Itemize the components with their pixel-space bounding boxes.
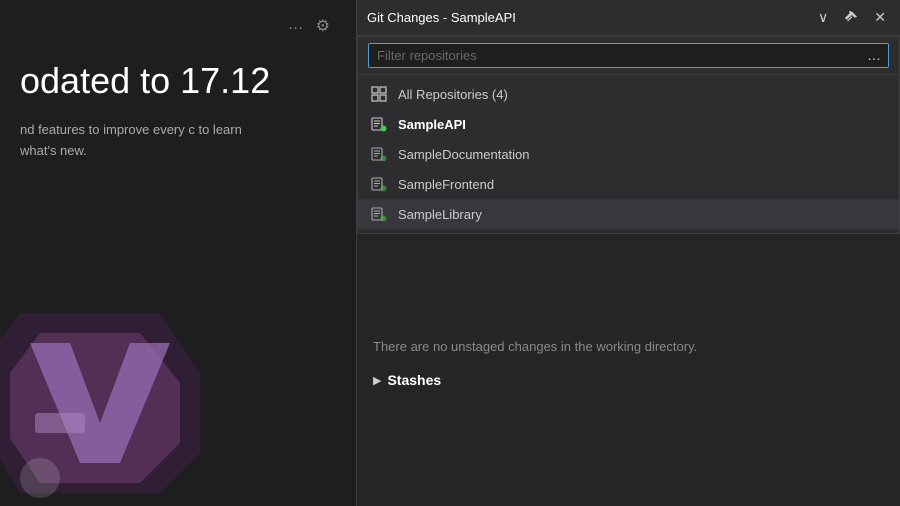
stashes-section[interactable]: ▶ Stashes: [371, 368, 886, 392]
all-repos-icon: [370, 85, 388, 103]
sampledocumentation-label: SampleDocumentation: [398, 147, 530, 162]
stashes-chevron-icon: ▶: [373, 374, 381, 387]
repo-item-samplefrontend[interactable]: SampleFrontend: [358, 169, 899, 199]
gear-icon[interactable]: ⚙: [316, 16, 330, 36]
samplelibrary-icon: [370, 205, 388, 223]
dropdown-more-button[interactable]: …: [863, 45, 885, 65]
stashes-label: Stashes: [387, 372, 441, 388]
background-panel: … ⚙ odated to 17.12 nd features to impro…: [0, 0, 360, 506]
sampledocumentation-icon: [370, 145, 388, 163]
repo-dropdown-overlay: … All Repositories (4): [357, 36, 900, 234]
panel-title: Git Changes - SampleAPI: [367, 10, 516, 25]
page-title: odated to 17.12: [20, 60, 270, 102]
pin-button[interactable]: [840, 9, 862, 27]
repo-list: All Repositories (4) SampleAPI: [358, 75, 899, 233]
panel-content: There are no unstaged changes in the wor…: [357, 329, 900, 506]
close-button[interactable]: ✕: [870, 7, 890, 28]
repo-item-sampleapi[interactable]: SampleAPI: [358, 109, 899, 139]
repo-item-sampledocumentation[interactable]: SampleDocumentation: [358, 139, 899, 169]
samplefrontend-label: SampleFrontend: [398, 177, 494, 192]
samplefrontend-icon: [370, 175, 388, 193]
repo-item-samplelibrary[interactable]: SampleLibrary: [358, 199, 899, 229]
sampleapi-label: SampleAPI: [398, 117, 466, 132]
vs-logo: [0, 293, 220, 506]
panel-titlebar: Git Changes - SampleAPI ∨ ✕: [357, 0, 900, 36]
no-changes-message: There are no unstaged changes in the wor…: [371, 339, 886, 354]
samplelibrary-label: SampleLibrary: [398, 207, 482, 222]
filter-row: …: [358, 37, 899, 75]
repo-item-all[interactable]: All Repositories (4): [358, 79, 899, 109]
dropdown-button[interactable]: ∨: [814, 7, 832, 28]
page-subtitle: nd features to improve every c to learn …: [20, 120, 280, 162]
top-toolbar: … ⚙: [288, 16, 330, 36]
sampleapi-icon: [370, 115, 388, 133]
all-repos-label: All Repositories (4): [398, 87, 508, 102]
more-icon[interactable]: …: [288, 16, 304, 36]
titlebar-icons: ∨ ✕: [814, 7, 890, 28]
filter-repositories-input[interactable]: [368, 43, 889, 68]
git-changes-panel: Git Changes - SampleAPI ∨ ✕ SampleAPI ▾ …: [356, 0, 900, 506]
